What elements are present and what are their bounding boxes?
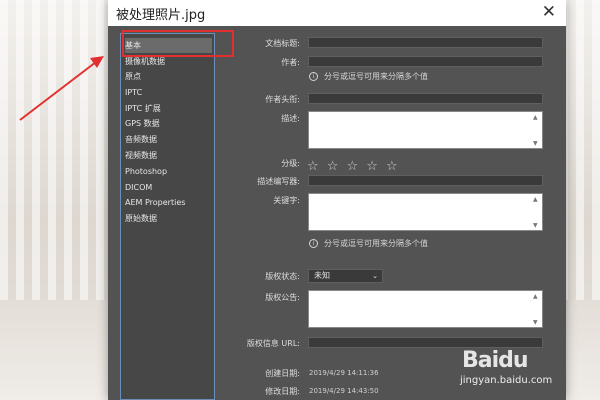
author-label: 作者: <box>281 58 300 67</box>
info-icon: i <box>309 72 318 81</box>
chevron-down-icon: ⌄ <box>372 272 378 280</box>
dialog-title: 被处理照片.jpg <box>116 8 206 23</box>
author-title-label: 作者头衔: <box>265 95 300 104</box>
close-icon[interactable]: ✕ <box>542 2 556 22</box>
scroll-down-icon[interactable]: ▼ <box>533 319 539 326</box>
scroll-up-icon[interactable]: ▲ <box>533 293 539 300</box>
scroll-up-icon[interactable]: ▲ <box>533 196 539 203</box>
copyright-status-value: 未知 <box>314 271 330 280</box>
sidebar-item-audio[interactable]: 音频数据 <box>125 132 212 147</box>
scroll-up-icon[interactable]: ▲ <box>533 114 539 121</box>
star-icon[interactable]: ☆ <box>386 159 398 174</box>
description-textarea[interactable]: ▲ ▼ <box>308 111 543 149</box>
copyright-notice-textarea[interactable]: ▲ ▼ <box>308 290 543 328</box>
author-title-input[interactable] <box>308 93 543 104</box>
annotation-highlight-box <box>122 30 234 57</box>
created-date-label: 创建日期: <box>265 369 300 378</box>
keywords-hint: i 分号或逗号可用来分隔多个值 <box>309 238 428 249</box>
rating-label: 分级: <box>281 159 300 168</box>
sidebar-item-dicom[interactable]: DICOM <box>125 180 212 195</box>
sidebar-item-iptc[interactable]: IPTC <box>125 85 212 100</box>
description-label: 描述: <box>281 114 300 123</box>
sidebar-item-photoshop[interactable]: Photoshop <box>125 164 212 179</box>
sidebar-item-gps[interactable]: GPS 数据 <box>125 116 212 131</box>
keywords-textarea[interactable]: ▲ ▼ <box>308 193 543 231</box>
keywords-hint-text: 分号或逗号可用来分隔多个值 <box>324 239 428 248</box>
keywords-label: 关键字: <box>273 196 300 205</box>
star-icon[interactable]: ☆ <box>307 159 319 174</box>
description-writer-input[interactable] <box>308 175 543 186</box>
title-bar: 被处理照片.jpg ✕ <box>108 0 566 26</box>
star-icon[interactable]: ☆ <box>366 159 378 174</box>
sidebar-item-video[interactable]: 视频数据 <box>125 148 212 163</box>
sidebar-item-aem-properties[interactable]: AEM Properties <box>125 195 212 210</box>
watermark-site: jingyan.baidu.com <box>460 375 553 386</box>
author-hint: i 分号或逗号可用来分隔多个值 <box>309 71 428 82</box>
description-writer-label: 描述编写器: <box>257 177 300 186</box>
copyright-url-input[interactable] <box>308 337 543 348</box>
star-icon[interactable]: ☆ <box>347 159 359 174</box>
doc-title-label: 文档标题: <box>265 39 300 48</box>
star-icon[interactable]: ☆ <box>327 159 339 174</box>
copyright-notice-label: 版权公告: <box>265 293 300 302</box>
modified-date-label: 修改日期: <box>265 387 300 396</box>
author-input[interactable] <box>308 56 543 67</box>
modified-date-value: 2019/4/29 14:43:50 <box>309 387 379 395</box>
sidebar-item-iptc-extension[interactable]: IPTC 扩展 <box>125 101 212 116</box>
category-list: 基本 摄像机数据 原点 IPTC IPTC 扩展 GPS 数据 音频数据 视频数… <box>120 33 215 400</box>
rating-stars: ☆ ☆ ☆ ☆ ☆ <box>307 155 401 174</box>
scroll-down-icon[interactable]: ▼ <box>533 140 539 147</box>
sidebar-item-raw-data[interactable]: 原始数据 <box>125 211 212 226</box>
copyright-status-label: 版权状态: <box>265 272 300 281</box>
scroll-down-icon[interactable]: ▼ <box>533 222 539 229</box>
doc-title-input[interactable] <box>308 37 543 48</box>
copyright-status-select[interactable]: 未知 ⌄ <box>308 269 383 283</box>
created-date-value: 2019/4/29 14:11:36 <box>309 369 379 377</box>
info-icon: i <box>309 239 318 248</box>
author-hint-text: 分号或逗号可用来分隔多个值 <box>324 72 428 81</box>
baidu-logo-watermark: Baidu <box>462 348 529 373</box>
copyright-url-label: 版权信息 URL: <box>246 339 300 348</box>
sidebar-item-origin[interactable]: 原点 <box>125 69 212 84</box>
